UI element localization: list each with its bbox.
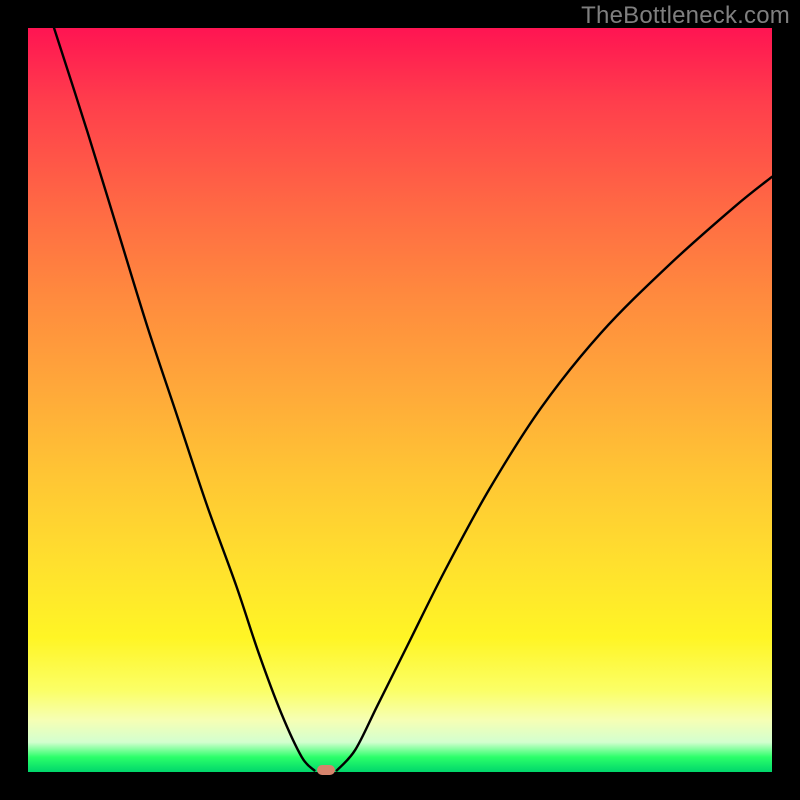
curve-right (337, 177, 772, 771)
chart-frame: TheBottleneck.com (0, 0, 800, 800)
bottleneck-marker (317, 765, 335, 775)
watermark-text: TheBottleneck.com (581, 2, 790, 30)
curve-left (54, 28, 314, 771)
plot-area (28, 28, 772, 772)
curve-layer (28, 28, 772, 772)
